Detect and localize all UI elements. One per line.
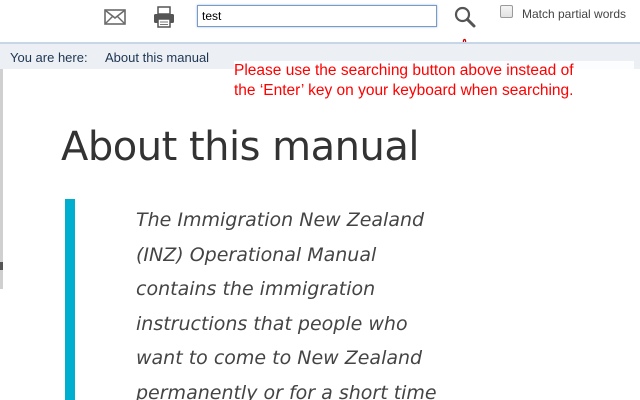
match-partial-label: Match partial words xyxy=(522,7,627,21)
left-scroll-edge[interactable] xyxy=(0,69,3,289)
intro-line: The Immigration New Zealand xyxy=(136,209,425,231)
breadcrumb-prefix: You are here: xyxy=(10,50,88,65)
search-input[interactable] xyxy=(197,5,437,27)
intro-line: permanently or for a short time xyxy=(136,381,437,400)
page-title: About this manual xyxy=(61,124,419,170)
breadcrumb-current[interactable]: About this manual xyxy=(105,50,209,65)
printer-icon[interactable] xyxy=(152,5,176,29)
notice-line: Please use the searching button above in… xyxy=(234,62,574,79)
intro-line: (INZ) Operational Manual xyxy=(136,243,377,266)
quote-accent-bar xyxy=(65,199,75,400)
notice-line: the ‘Enter’ key on your keyboard when se… xyxy=(234,82,574,99)
intro-line: instructions that people who xyxy=(136,312,408,335)
intro-line: want to come to New Zealand xyxy=(136,347,423,369)
envelope-icon[interactable] xyxy=(104,8,126,26)
search-notice: Please use the searching button above in… xyxy=(234,61,634,101)
page: Match partial words You are here: About … xyxy=(0,0,640,400)
scroll-edge-marker xyxy=(0,262,3,270)
match-partial-checkbox[interactable] xyxy=(500,5,513,18)
intro-line: contains the immigration xyxy=(136,278,376,300)
magnifier-icon[interactable] xyxy=(452,4,478,30)
toolbar: Match partial words xyxy=(0,0,640,59)
intro-text: The Immigration New Zealand (INZ) Operat… xyxy=(136,203,466,400)
